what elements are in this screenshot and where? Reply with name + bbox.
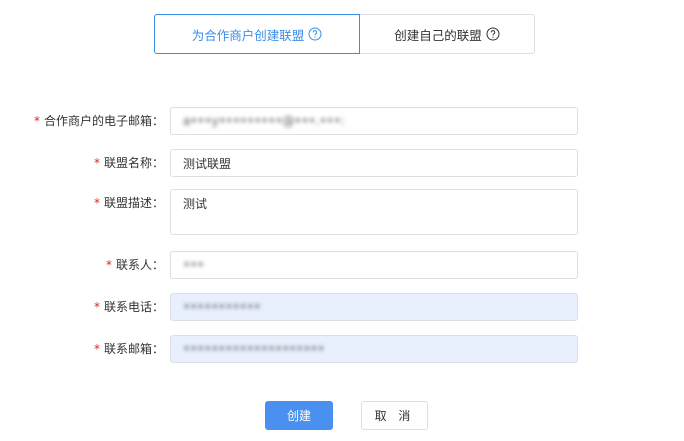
required-mark: *	[93, 300, 100, 314]
tab-create-own-label: 创建自己的联盟	[394, 27, 482, 43]
required-mark: *	[93, 156, 100, 170]
tab-create-own[interactable]: 创建自己的联盟	[360, 14, 535, 54]
create-button[interactable]: 创建	[265, 401, 333, 430]
contact-phone-input[interactable]: •••••••••••	[170, 293, 578, 321]
tab-create-for-partner[interactable]: 为合作商户创建联盟	[154, 14, 360, 54]
contact-email-input[interactable]: ••••••••••••••••••••	[170, 335, 578, 363]
alliance-description-label: * 联盟描述：	[93, 196, 164, 210]
contact-email-label: * 联系邮箱：	[93, 342, 164, 356]
create-alliance-page: 为合作商户创建联盟 创建自己的联盟 * 合作商户的电子邮箱： a•••y••••…	[0, 0, 684, 441]
alliance-name-label: * 联盟名称：	[93, 156, 164, 170]
contact-phone-label: * 联系电话：	[93, 300, 164, 314]
cancel-button[interactable]: 取 消	[361, 401, 428, 430]
contact-person-label: * 联系人：	[105, 258, 164, 272]
required-mark: *	[105, 258, 112, 272]
required-mark: *	[93, 196, 100, 210]
alliance-name-input[interactable]	[170, 149, 578, 177]
required-mark: *	[93, 342, 100, 356]
contact-person-value: •••	[183, 258, 205, 272]
help-circle-icon[interactable]	[486, 27, 500, 41]
alliance-type-tabs: 为合作商户创建联盟 创建自己的联盟	[154, 14, 535, 54]
contact-email-value: ••••••••••••••••••••	[183, 342, 325, 356]
help-circle-icon[interactable]	[308, 27, 322, 41]
partner-email-input[interactable]: a•••y•••••••••@•••.•••:	[170, 107, 578, 135]
contact-phone-value: •••••••••••	[183, 300, 261, 314]
required-mark: *	[33, 114, 40, 128]
alliance-description-textarea[interactable]: 测试	[170, 189, 578, 235]
partner-email-label: * 合作商户的电子邮箱：	[33, 114, 164, 128]
partner-email-value: a•••y•••••••••@•••.•••:	[183, 114, 345, 128]
tab-create-for-partner-label: 为合作商户创建联盟	[191, 27, 305, 43]
contact-person-input[interactable]: •••	[170, 251, 578, 279]
